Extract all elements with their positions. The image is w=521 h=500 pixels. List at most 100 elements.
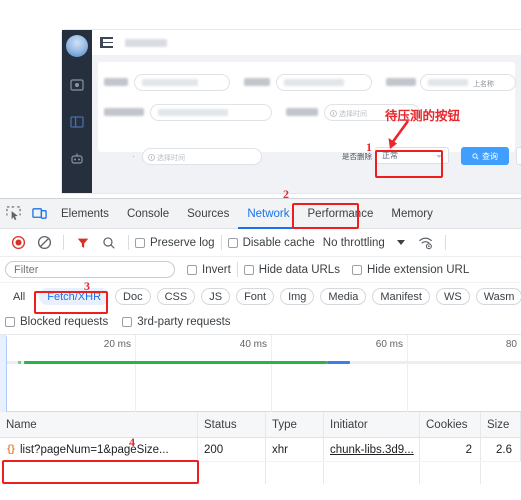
query-button-label: 查询	[482, 151, 498, 161]
field-label-3-redacted	[386, 78, 416, 86]
cell-initiator[interactable]: chunk-libs.3d9...	[324, 438, 420, 461]
date-field-bottom[interactable]: 选择时间	[142, 148, 262, 165]
input-3-value-redacted	[428, 79, 468, 86]
checkbox-box	[227, 237, 238, 248]
hide-data-urls-label: Hide data URLs	[258, 263, 340, 276]
reset-button[interactable]: 重置	[516, 147, 521, 165]
menu-collapse-icon[interactable]	[100, 37, 113, 48]
column-header-type[interactable]: Type	[266, 412, 324, 437]
tab-memory[interactable]: Memory	[382, 199, 442, 229]
toolbar-divider	[63, 235, 64, 250]
checkbox-box	[187, 264, 197, 275]
web-page-area: 上名称 选择时间 · 选择时间 是否删除 正常 查询 待压测的按钮 1	[0, 0, 521, 222]
dashboard-icon[interactable]	[70, 78, 84, 92]
query-button[interactable]: 查询	[461, 147, 509, 165]
timeline-selection-handle[interactable]	[0, 335, 7, 413]
device-toolbar-icon[interactable]	[26, 201, 52, 227]
chip-css[interactable]: CSS	[156, 288, 196, 305]
table-empty-row	[0, 462, 521, 484]
avatar[interactable]	[66, 35, 88, 57]
cell-name[interactable]: {} list?pageNum=1&pageSize...	[0, 438, 198, 461]
inspect-icon[interactable]	[0, 201, 26, 227]
chevron-down-icon[interactable]	[396, 240, 405, 245]
disable-cache-label: Disable cache	[242, 236, 315, 249]
annotation-number-2: 2	[283, 187, 289, 201]
input-field-4[interactable]	[150, 104, 272, 121]
app-header	[92, 30, 521, 56]
network-overview-timeline[interactable]: 20 ms 40 ms 60 ms 80	[0, 334, 521, 413]
blocked-requests-checkbox[interactable]: Blocked requests	[5, 316, 108, 328]
chip-ws[interactable]: WS	[435, 288, 470, 305]
input-field-3[interactable]: 上名称	[420, 74, 516, 91]
column-header-size[interactable]: Size	[481, 412, 521, 437]
table-row[interactable]: {} list?pageNum=1&pageSize... 200 xhr ch…	[0, 438, 521, 462]
input-1-value-redacted	[142, 79, 198, 86]
filter-icon[interactable]	[70, 230, 96, 256]
requests-table: Name Status Type Initiator Cookies Size …	[0, 412, 521, 484]
preserve-log-checkbox[interactable]: Preserve log	[135, 237, 215, 249]
timeline-request-bar-download	[327, 361, 350, 364]
annotation-arrow-icon	[388, 120, 410, 149]
checkbox-box	[135, 237, 145, 248]
column-header-cookies[interactable]: Cookies	[420, 412, 481, 437]
date-field-top-placeholder: 选择时间	[339, 111, 367, 118]
input-field-1[interactable]	[134, 74, 230, 91]
field-3-suffix-label: 上名称	[473, 81, 494, 88]
empty-cell	[198, 462, 266, 484]
date-field-bottom-placeholder: 选择时间	[157, 155, 185, 162]
chip-all[interactable]: All	[5, 288, 34, 305]
chip-fetch-xhr[interactable]: Fetch/XHR	[39, 288, 110, 305]
tab-console[interactable]: Console	[118, 199, 178, 229]
hide-data-urls-checkbox[interactable]: Hide data URLs	[243, 263, 340, 276]
robot-icon[interactable]	[70, 152, 84, 166]
empty-cell	[420, 462, 481, 484]
network-toolbar: Preserve log Disable cache No throttling	[0, 229, 521, 257]
required-dot: ·	[132, 152, 135, 161]
column-header-status[interactable]: Status	[198, 412, 266, 437]
json-icon: {}	[7, 443, 15, 455]
hide-extension-urls-checkbox[interactable]: Hide extension URL	[351, 264, 469, 276]
throttling-select-label[interactable]: No throttling	[323, 237, 385, 249]
input-2-value-redacted	[284, 79, 344, 86]
tab-sources[interactable]: Sources	[178, 199, 238, 229]
layout-icon[interactable]	[70, 115, 84, 129]
chip-doc[interactable]: Doc	[115, 288, 151, 305]
timeline-request-start-dot	[18, 361, 21, 364]
clear-icon[interactable]	[31, 230, 57, 256]
filter-input[interactable]	[5, 261, 175, 278]
input-field-2[interactable]	[276, 74, 372, 91]
checkbox-box	[5, 317, 15, 327]
chip-media[interactable]: Media	[320, 288, 367, 305]
tab-elements[interactable]: Elements	[52, 199, 118, 229]
cell-status: 200	[198, 438, 266, 461]
search-icon[interactable]	[96, 230, 122, 256]
invert-label: Invert	[202, 263, 231, 276]
search-icon	[472, 152, 479, 160]
chip-img[interactable]: Img	[280, 288, 315, 305]
toolbar-divider	[444, 235, 446, 250]
tab-performance[interactable]: Performance	[299, 199, 383, 229]
app-sidebar[interactable]	[62, 30, 92, 193]
record-icon[interactable]	[5, 230, 31, 256]
disable-cache-checkbox[interactable]: Disable cache	[227, 236, 315, 249]
timeline-tick-40ms: 40 ms	[239, 339, 267, 350]
timeline-tick-80ms: 80	[505, 339, 517, 350]
third-party-requests-checkbox[interactable]: 3rd-party requests	[122, 316, 231, 328]
column-header-initiator[interactable]: Initiator	[324, 412, 420, 437]
initiator-link[interactable]: chunk-libs.3d9...	[330, 444, 414, 456]
cell-size: 2.6	[481, 438, 521, 461]
invert-checkbox[interactable]: Invert	[187, 264, 231, 276]
field-label-5-redacted	[286, 108, 318, 116]
chip-manifest[interactable]: Manifest	[372, 288, 430, 305]
network-conditions-icon[interactable]	[413, 230, 439, 256]
preserve-log-label: Preserve log	[150, 236, 215, 249]
page-left-margin	[0, 0, 62, 198]
input-4-value-redacted	[158, 109, 228, 116]
tab-network[interactable]: Network	[238, 199, 298, 229]
column-header-name[interactable]: Name	[0, 412, 198, 437]
chip-wasm[interactable]: Wasm	[475, 288, 521, 305]
timeline-gridline	[135, 335, 136, 413]
chip-font[interactable]: Font	[236, 288, 275, 305]
checkbox-box	[122, 317, 133, 327]
chip-js[interactable]: JS	[201, 288, 231, 305]
